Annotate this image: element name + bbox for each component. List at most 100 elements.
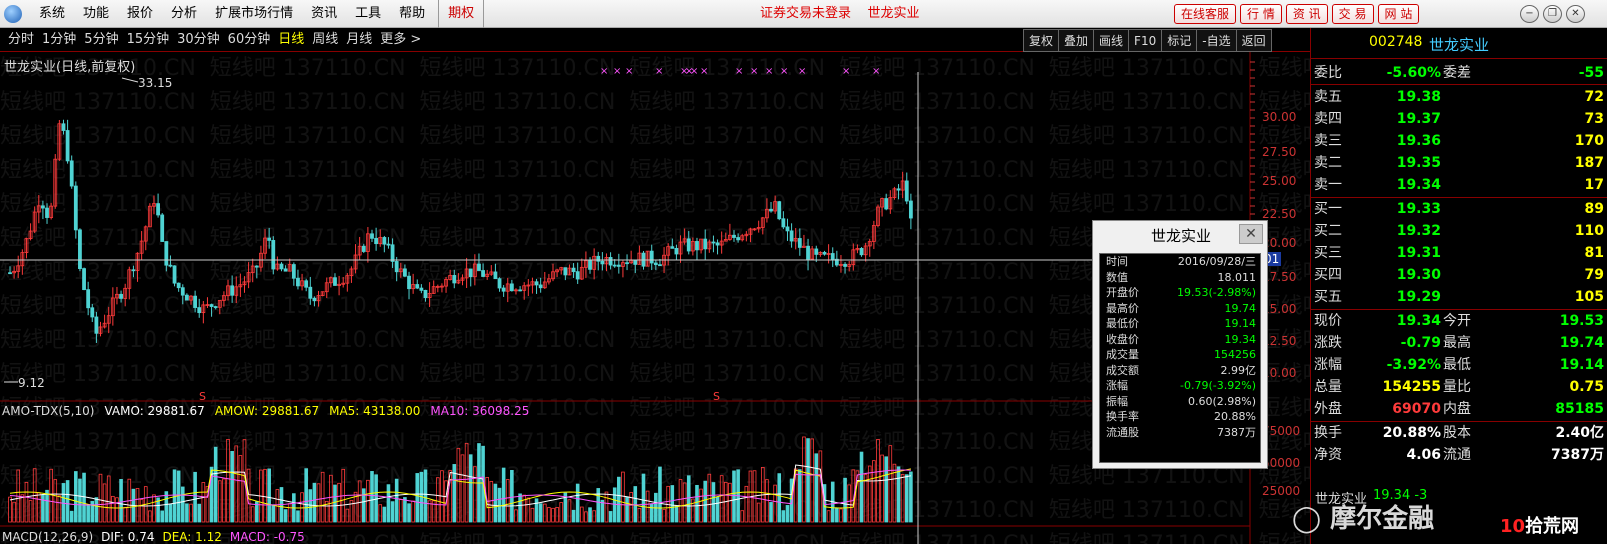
amow-value: AMOW: 29881.67 bbox=[214, 404, 320, 418]
period-tab-60min[interactable]: 60分钟 bbox=[224, 28, 275, 52]
back-button[interactable]: 返回 bbox=[1235, 29, 1272, 52]
menu-extended-market[interactable]: 扩展市场行情 bbox=[206, 0, 302, 28]
volume-bar bbox=[164, 491, 169, 523]
close-icon[interactable]: ✕ bbox=[1566, 5, 1585, 23]
dif-value: DIF: 0.74 bbox=[101, 530, 155, 544]
market-button[interactable]: 行 情 bbox=[1240, 4, 1282, 24]
restore-icon[interactable]: ❐ bbox=[1543, 5, 1562, 23]
bid-row[interactable]: 买四 19.30 79 bbox=[1311, 264, 1607, 286]
candle-body bbox=[407, 275, 411, 290]
stat-row[interactable]: 涨幅 -3.92% 最低 19.14 bbox=[1311, 354, 1607, 376]
event-marker: × bbox=[765, 66, 773, 77]
ask-row[interactable]: 卖一 19.34 17 bbox=[1311, 174, 1607, 196]
ask-row[interactable]: 卖二 19.35 187 bbox=[1311, 152, 1607, 174]
menu-options[interactable]: 期权 bbox=[438, 0, 485, 28]
menu-tools[interactable]: 工具 bbox=[346, 0, 390, 28]
draw-line-button[interactable]: 画线 bbox=[1093, 29, 1130, 52]
online-service-button[interactable]: 在线客服 bbox=[1174, 4, 1237, 24]
popup-row-value: 18.011 bbox=[1217, 270, 1257, 284]
trade-button[interactable]: 交 易 bbox=[1331, 4, 1374, 24]
period-tab-more[interactable]: 更多 > bbox=[376, 28, 425, 52]
f10-button[interactable]: F10 bbox=[1128, 29, 1163, 52]
period-tab-15min[interactable]: 15分钟 bbox=[123, 28, 174, 52]
data-window-popup[interactable]: 世龙实业 ✕ 时间 2016/09/28/三 数值 18.011 开盘价 19.53(-2… bbox=[1092, 220, 1268, 469]
quote-value-2: 89 bbox=[1584, 201, 1604, 217]
period-tab-monthly[interactable]: 月线 bbox=[342, 28, 376, 52]
stat-row[interactable]: 净资 4.06 流通 7387万 bbox=[1311, 444, 1607, 466]
bid-row[interactable]: 买三 19.31 81 bbox=[1311, 242, 1607, 264]
app-window: 系统 功能 报价 分析 扩展市场行情 资讯 工具 帮助 期权 证券交易未登录 世… bbox=[0, 0, 1607, 544]
volume-bar bbox=[152, 494, 156, 523]
volume-bar bbox=[526, 497, 531, 523]
overlay-button[interactable]: 叠加 bbox=[1058, 29, 1095, 52]
candle-body bbox=[497, 278, 502, 289]
stat-row[interactable]: 总量 154255 量比 0.75 bbox=[1311, 376, 1607, 398]
candle-body bbox=[612, 264, 617, 267]
volume-bar bbox=[896, 466, 901, 523]
quote-value-2: 7387万 bbox=[1551, 447, 1604, 463]
volume-bar bbox=[185, 503, 189, 523]
period-tab-1min[interactable]: 1分钟 bbox=[38, 28, 80, 52]
menu-help[interactable]: 帮助 bbox=[390, 0, 434, 28]
ask-row[interactable]: 卖四 19.37 73 bbox=[1311, 108, 1607, 130]
minimize-icon[interactable]: − bbox=[1520, 5, 1539, 23]
menu-analysis[interactable]: 分析 bbox=[162, 0, 206, 28]
adjust-button[interactable]: 复权 bbox=[1023, 29, 1060, 52]
quote-label: 外盘 bbox=[1314, 401, 1342, 417]
volume-bar bbox=[36, 492, 41, 523]
stat-row[interactable]: 现价 19.34 今开 19.53 bbox=[1311, 310, 1607, 332]
volume-bar bbox=[505, 479, 510, 523]
quote-value: -5.60% bbox=[1386, 65, 1441, 81]
website-button[interactable]: 网 站 bbox=[1377, 4, 1420, 24]
news-button[interactable]: 资 讯 bbox=[1285, 4, 1328, 24]
popup-row: 数值 18.011 bbox=[1100, 270, 1260, 286]
volume-bar bbox=[802, 436, 806, 523]
candle-body bbox=[633, 259, 638, 265]
volume-bar bbox=[641, 473, 646, 523]
volume-bar bbox=[592, 510, 596, 523]
candle-body bbox=[797, 238, 802, 248]
popup-close-icon[interactable]: ✕ bbox=[1239, 224, 1263, 244]
candle-body bbox=[575, 271, 580, 280]
volume-bar bbox=[489, 480, 494, 523]
volume-bar bbox=[645, 490, 650, 523]
ask-row[interactable]: 卖三 19.36 170 bbox=[1311, 130, 1607, 152]
period-tab-5min[interactable]: 5分钟 bbox=[80, 28, 122, 52]
stat-row[interactable]: 涨跌 -0.79 最高 19.74 bbox=[1311, 332, 1607, 354]
period-tab-daily[interactable]: 日线 bbox=[274, 28, 308, 52]
bid-row[interactable]: 买二 19.32 110 bbox=[1311, 220, 1607, 242]
period-tab-timeshare[interactable]: 分时 bbox=[4, 28, 38, 52]
kline-chart[interactable]: 短线吧 137110.CN 短线吧 137110.CN 短线吧 137110.C… bbox=[0, 52, 1310, 544]
menu-quote[interactable]: 报价 bbox=[118, 0, 162, 28]
menu-function[interactable]: 功能 bbox=[74, 0, 118, 28]
bid-row[interactable]: 买五 19.29 105 bbox=[1311, 286, 1607, 308]
event-marker: × bbox=[690, 66, 698, 77]
volume-bar bbox=[361, 488, 366, 523]
macd-legend: MACD(12,26,9) DIF: 0.74 DEA: 1.12 MACD: … bbox=[2, 530, 305, 544]
watermark-logo: ◯ 摩尔金融 bbox=[1292, 504, 1435, 534]
candle-body bbox=[394, 261, 399, 273]
weibi-row[interactable]: 委比 -5.60% 委差 -55 bbox=[1311, 62, 1607, 84]
volume-bar bbox=[123, 506, 127, 523]
volume-bar bbox=[867, 465, 872, 523]
add-watchlist-button[interactable]: -自选 bbox=[1196, 29, 1237, 52]
period-tab-30min[interactable]: 30分钟 bbox=[173, 28, 224, 52]
popup-row-label: 流通股 bbox=[1106, 425, 1139, 439]
stat-row[interactable]: 外盘 69070 内盘 85185 bbox=[1311, 398, 1607, 420]
volume-bar bbox=[197, 503, 202, 523]
site-logo: 10拾荒网 bbox=[1500, 512, 1579, 538]
volume-bar bbox=[473, 466, 477, 523]
stat-row[interactable]: 换手 20.88% 股本 2.40亿 bbox=[1311, 422, 1607, 444]
menu-system[interactable]: 系统 bbox=[30, 0, 74, 28]
quote-label: 卖三 bbox=[1314, 133, 1342, 149]
bid-row[interactable]: 买一 19.33 89 bbox=[1311, 198, 1607, 220]
period-tab-weekly[interactable]: 周线 bbox=[308, 28, 342, 52]
menu-news[interactable]: 资讯 bbox=[302, 0, 346, 28]
mark-button[interactable]: 标记 bbox=[1161, 29, 1198, 52]
signal-marker: S bbox=[713, 390, 720, 403]
volume-bar bbox=[201, 482, 206, 523]
ask-row[interactable]: 卖五 19.38 72 bbox=[1311, 86, 1607, 108]
popup-row-label: 成交量 bbox=[1106, 348, 1139, 361]
volume-bar bbox=[411, 500, 415, 523]
volume-bar bbox=[234, 445, 239, 523]
